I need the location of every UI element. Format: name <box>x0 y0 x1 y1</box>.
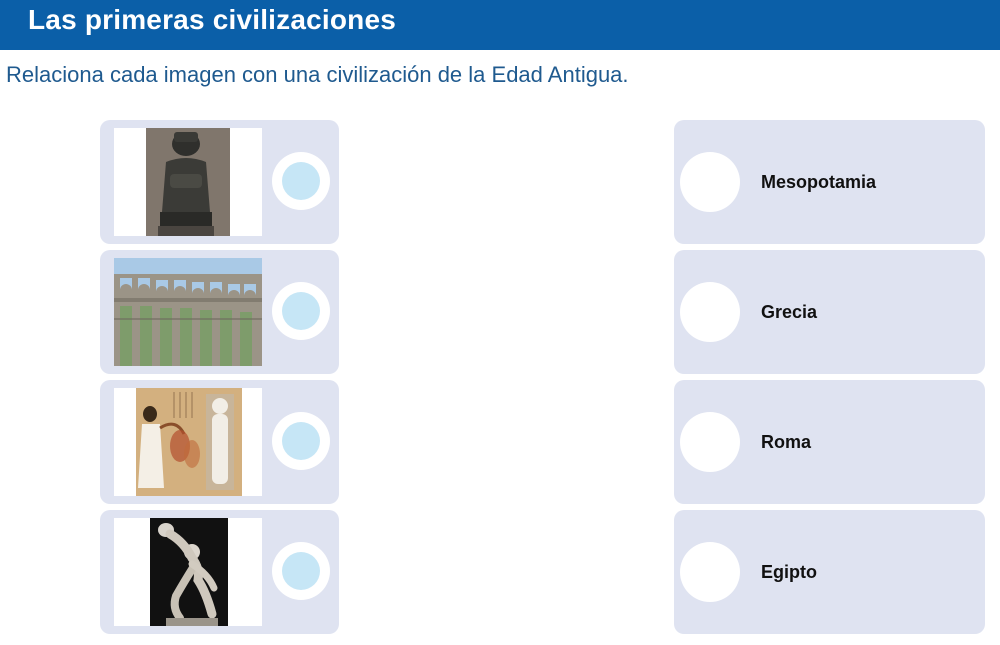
answer-card-grecia[interactable]: Grecia <box>674 250 985 374</box>
image-card-3[interactable] <box>100 380 339 504</box>
answer-dot-1[interactable] <box>680 152 740 212</box>
match-dot-4[interactable] <box>272 542 330 600</box>
image-card-1[interactable] <box>100 120 339 244</box>
match-dot-2[interactable] <box>272 282 330 340</box>
match-dot-3[interactable] <box>272 412 330 470</box>
image-card-2[interactable] <box>100 250 339 374</box>
title-bar: Las primeras civilizaciones <box>0 0 1000 50</box>
mesopotamian-statue-image <box>114 128 262 236</box>
egyptian-papyrus-image <box>114 388 262 496</box>
match-dot-3-inner <box>282 422 320 460</box>
page-title: Las primeras civilizaciones <box>28 4 397 35</box>
answer-label-4: Egipto <box>761 562 817 582</box>
greek-discobolus-image <box>114 518 262 626</box>
instructions-text: Relaciona cada imagen con una civilizaci… <box>6 62 629 87</box>
roman-aqueduct-image <box>114 258 262 366</box>
match-dot-1[interactable] <box>272 152 330 210</box>
answer-card-roma[interactable]: Roma <box>674 380 985 504</box>
answer-label-1: Mesopotamia <box>761 172 877 192</box>
answer-card-egipto[interactable]: Egipto <box>674 510 985 634</box>
answer-dot-2[interactable] <box>680 282 740 342</box>
answer-dot-3[interactable] <box>680 412 740 472</box>
match-dot-2-inner <box>282 292 320 330</box>
match-dot-4-inner <box>282 552 320 590</box>
answer-label-3: Roma <box>761 432 812 452</box>
answer-dot-4[interactable] <box>680 542 740 602</box>
answer-card-mesopotamia[interactable]: Mesopotamia <box>674 120 985 244</box>
image-card-4[interactable] <box>100 510 339 634</box>
answer-label-2: Grecia <box>761 302 818 322</box>
match-dot-1-inner <box>282 162 320 200</box>
